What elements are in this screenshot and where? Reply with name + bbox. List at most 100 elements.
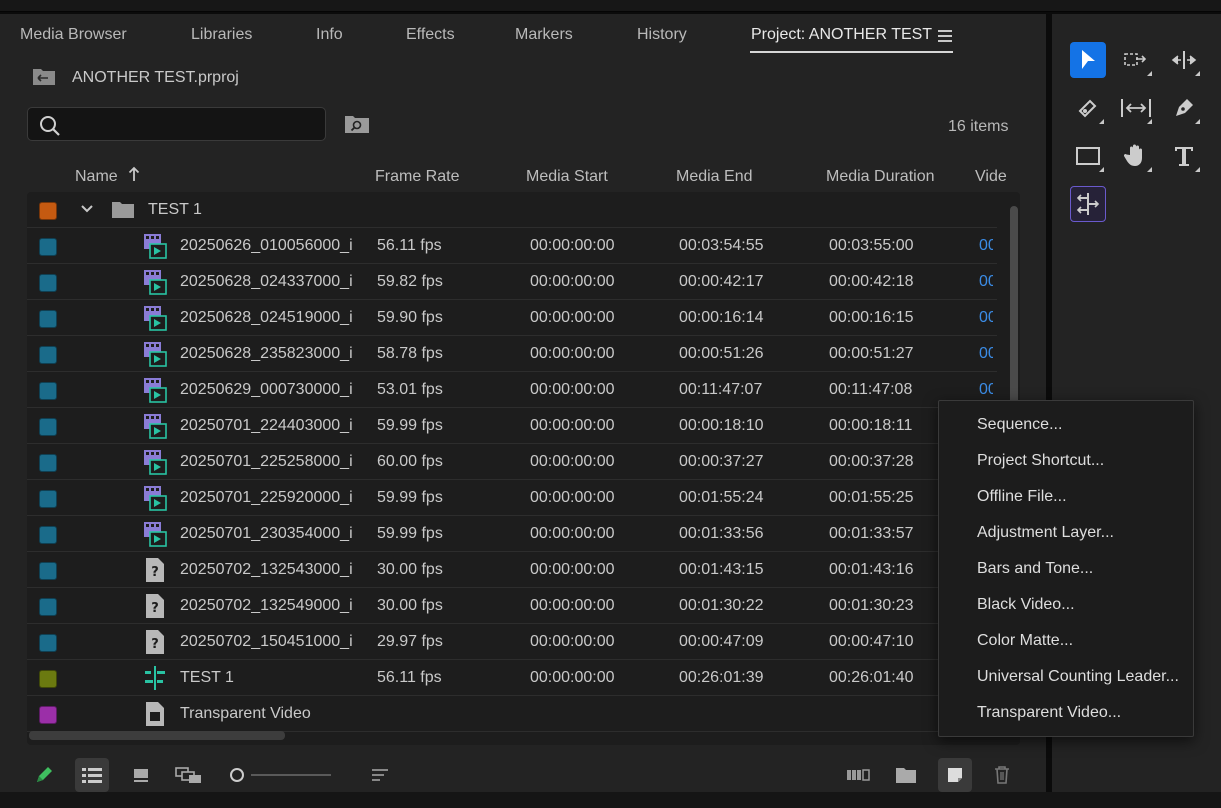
label-color-swatch[interactable] <box>39 454 57 472</box>
media-duration-cell: 00:11:47:08 <box>829 381 913 398</box>
type-icon[interactable] <box>1166 138 1202 174</box>
frame-rate-cell: 56.11 fps <box>377 669 442 686</box>
hand-icon[interactable] <box>1118 138 1154 174</box>
new-item-icon[interactable] <box>938 758 972 792</box>
tab-media-browser[interactable]: Media Browser <box>20 26 127 44</box>
column-headers: Name Frame Rate Media Start Media End Me… <box>0 164 1010 190</box>
find-in-bin-icon[interactable] <box>344 113 370 135</box>
table-row[interactable]: 20250628_235823000_i 58.78 fps 00:00:00:00… <box>27 336 997 372</box>
search-box <box>27 107 326 141</box>
menu-item-adjustment-layer[interactable]: Adjustment Layer... <box>977 524 1114 542</box>
horizontal-scrollbar[interactable] <box>29 731 285 740</box>
table-row[interactable]: 20250628_024519000_i 59.90 fps 00:00:00:00… <box>27 300 997 336</box>
new-item-menu: Sequence... Project Shortcut... Offline … <box>938 400 1194 737</box>
column-header-name[interactable]: Name <box>75 168 118 186</box>
remix-icon[interactable] <box>1070 186 1106 222</box>
automate-to-sequence-icon[interactable] <box>841 758 875 792</box>
media-start-cell: 00:00:00:00 <box>530 453 615 470</box>
label-color-swatch[interactable] <box>39 382 57 400</box>
menu-item-bars-and-tone[interactable]: Bars and Tone... <box>977 560 1093 578</box>
label-color-swatch[interactable] <box>39 310 57 328</box>
label-color-swatch[interactable] <box>39 202 57 220</box>
table-row[interactable]: ? 20250702_132549000_i 30.00 fps 00:00:00:0… <box>27 588 997 624</box>
track-select-forward-icon[interactable] <box>1118 42 1154 78</box>
menu-item-project-shortcut[interactable]: Project Shortcut... <box>977 452 1104 470</box>
label-color-swatch[interactable] <box>39 598 57 616</box>
slip-icon[interactable] <box>1118 90 1154 126</box>
pen-icon[interactable] <box>1166 90 1202 126</box>
new-bin-icon[interactable] <box>889 758 923 792</box>
search-input[interactable] <box>70 114 310 136</box>
chevron-down-icon[interactable] <box>80 204 94 214</box>
table-row[interactable]: 20250628_024337000_i 59.82 fps 00:00:00:00… <box>27 264 997 300</box>
label-color-swatch[interactable] <box>39 634 57 652</box>
top-bar <box>0 0 1221 12</box>
rectangle-icon[interactable] <box>1070 138 1106 174</box>
video-cell: 00 <box>979 345 993 362</box>
video-cell: 00 <box>979 309 993 326</box>
table-row[interactable]: ? 20250702_150451000_i 29.97 fps 00:00:00:0… <box>27 624 997 660</box>
menu-item-offline-file[interactable]: Offline File... <box>977 488 1067 506</box>
table-row[interactable]: 20250629_000730000_i 53.01 fps 00:00:00:00… <box>27 372 997 408</box>
video-clip-icon <box>143 305 167 331</box>
ripple-edit-icon[interactable] <box>1166 42 1202 78</box>
table-row[interactable]: 20250701_224403000_i 59.99 fps 00:00:00:00… <box>27 408 997 444</box>
column-header-frame-rate[interactable]: Frame Rate <box>375 168 459 186</box>
bin-row[interactable]: TEST 1 <box>27 192 997 228</box>
media-end-cell: 00:01:30:22 <box>679 597 764 614</box>
tab-markers[interactable]: Markers <box>515 26 573 44</box>
label-color-swatch[interactable] <box>39 346 57 364</box>
media-start-cell: 00:00:00:00 <box>530 561 615 578</box>
label-color-swatch[interactable] <box>39 274 57 292</box>
table-row[interactable]: 20250701_225920000_i 59.99 fps 00:00:00:00… <box>27 480 997 516</box>
icon-view-icon[interactable] <box>124 758 158 792</box>
label-color-swatch[interactable] <box>39 490 57 508</box>
label-color-swatch[interactable] <box>39 418 57 436</box>
column-header-media-duration[interactable]: Media Duration <box>826 168 935 186</box>
column-header-media-end[interactable]: Media End <box>676 168 753 186</box>
table-row[interactable]: 20250626_010056000_i 56.11 fps 00:00:00:00… <box>27 228 997 264</box>
list-view-icon[interactable] <box>75 758 109 792</box>
media-end-cell: 00:11:47:07 <box>679 381 763 398</box>
selection-tool-icon[interactable] <box>1070 42 1106 78</box>
table-row[interactable]: TEST 1 56.11 fps 00:00:00:00 00:26:01:39 00:… <box>27 660 997 696</box>
media-start-cell: 00:00:00:00 <box>530 633 615 650</box>
column-header-video[interactable]: Vide <box>975 168 1007 186</box>
razor-icon[interactable] <box>1070 90 1106 126</box>
menu-item-transparent-video[interactable]: Transparent Video... <box>977 704 1121 722</box>
table-row[interactable]: ? 20250702_132543000_i 30.00 fps 00:00:00:0… <box>27 552 997 588</box>
transparent-video-icon <box>143 701 167 727</box>
table-row[interactable]: 20250701_225258000_i 60.00 fps 00:00:00:00… <box>27 444 997 480</box>
table-row[interactable]: 20250701_230354000_i 59.99 fps 00:00:00:00… <box>27 516 997 552</box>
column-header-media-start[interactable]: Media Start <box>526 168 608 186</box>
media-end-cell: 00:01:43:15 <box>679 561 764 578</box>
zoom-slider[interactable] <box>229 766 333 784</box>
tab-libraries[interactable]: Libraries <box>191 26 252 44</box>
label-color-swatch[interactable] <box>39 562 57 580</box>
sort-ascending-icon[interactable] <box>128 166 140 182</box>
menu-item-universal-counting-leader[interactable]: Universal Counting Leader... <box>977 668 1179 686</box>
tab-project[interactable]: Project: ANOTHER TEST <box>751 26 932 44</box>
sort-icons-icon[interactable] <box>363 758 397 792</box>
tab-history[interactable]: History <box>637 26 687 44</box>
tab-info[interactable]: Info <box>316 26 343 44</box>
svg-text:?: ? <box>151 637 159 652</box>
label-color-swatch[interactable] <box>39 238 57 256</box>
menu-item-color-matte[interactable]: Color Matte... <box>977 632 1073 650</box>
panel-menu-icon[interactable] <box>938 30 952 42</box>
tab-effects[interactable]: Effects <box>406 26 455 44</box>
label-color-swatch[interactable] <box>39 706 57 724</box>
label-color-swatch[interactable] <box>39 526 57 544</box>
project-panel: Media Browser Libraries Info Effects Mar… <box>0 14 1046 792</box>
sequence-icon <box>143 665 167 691</box>
trash-icon[interactable] <box>985 758 1019 792</box>
menu-item-sequence[interactable]: Sequence... <box>977 416 1062 434</box>
label-color-swatch[interactable] <box>39 670 57 688</box>
table-row[interactable]: Transparent Video <box>27 696 997 732</box>
panel-tabs: Media Browser Libraries Info Effects Mar… <box>0 14 1046 58</box>
vertical-scrollbar[interactable] <box>1010 206 1018 416</box>
frame-rate-cell: 56.11 fps <box>377 237 442 254</box>
freeform-view-icon[interactable] <box>172 758 206 792</box>
pencil-icon[interactable] <box>27 758 61 792</box>
menu-item-black-video[interactable]: Black Video... <box>977 596 1075 614</box>
